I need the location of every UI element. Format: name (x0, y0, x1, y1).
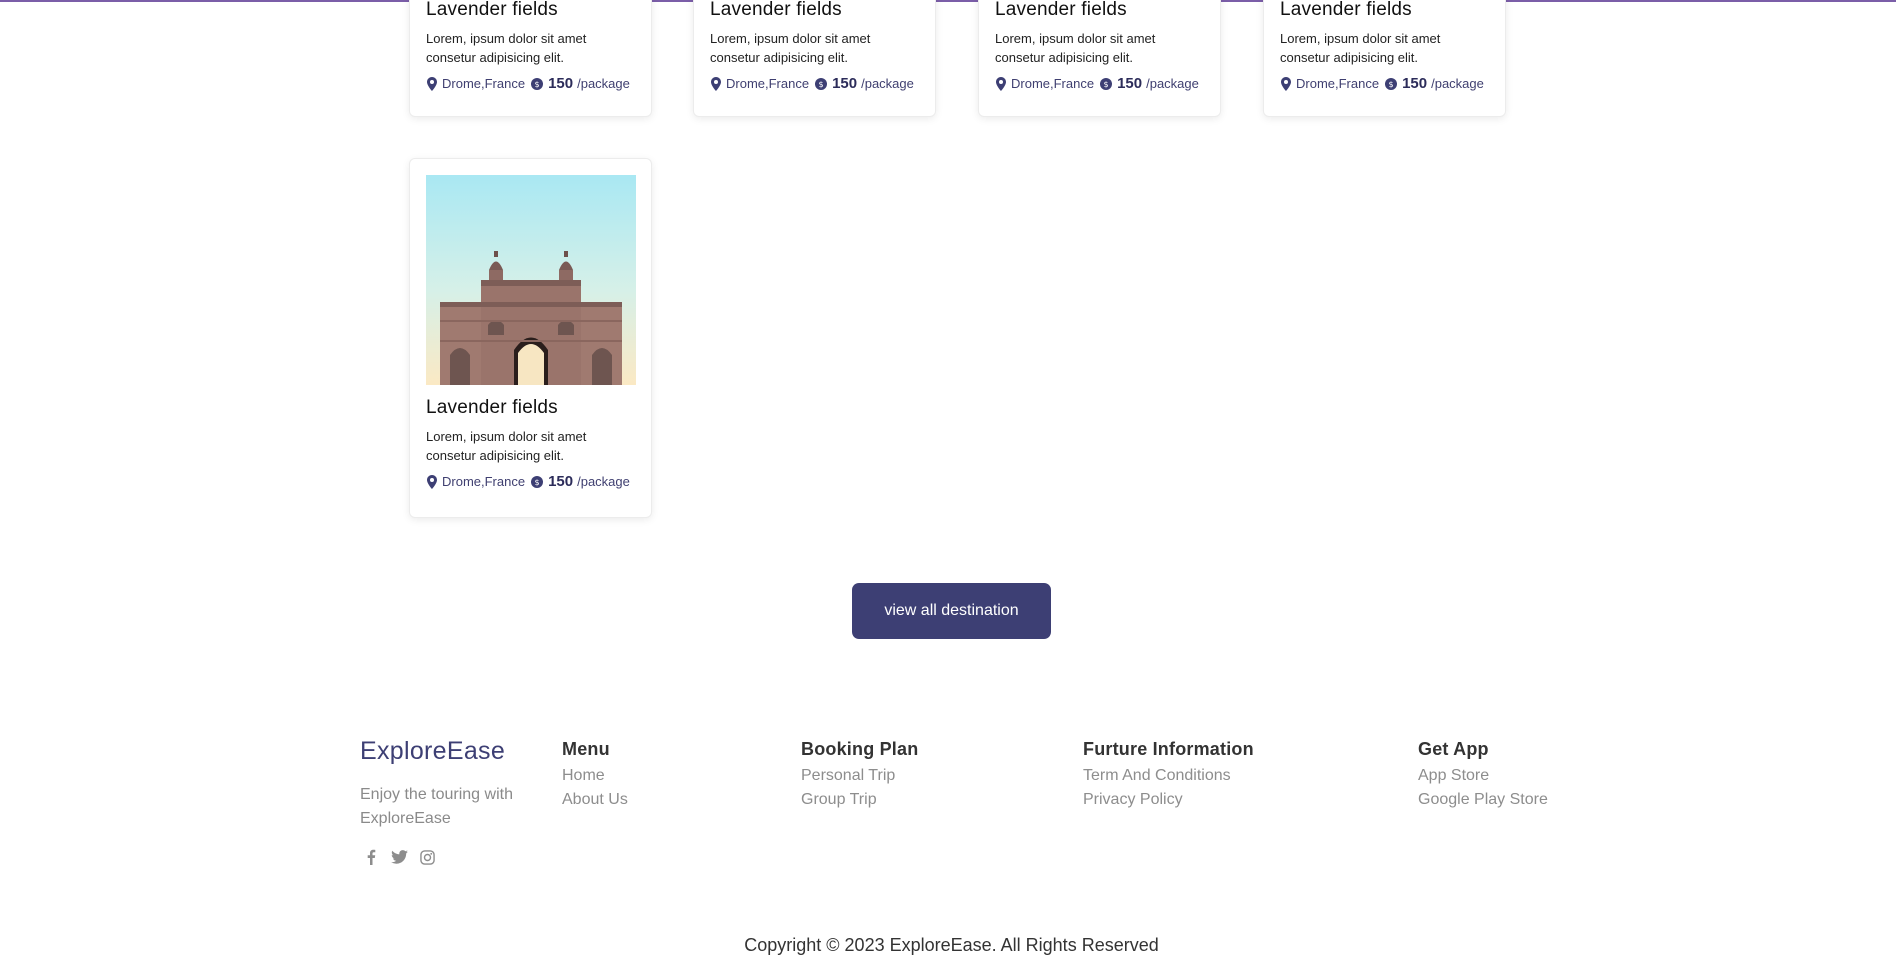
card-price-unit: /package (1431, 76, 1484, 91)
footer-column-further-information: Furture Information Term And Conditions … (1083, 739, 1254, 812)
card-title: Lavender fields (426, 0, 558, 20)
card-description: Lorem, ipsum dolor sit amet consetur adi… (1280, 31, 1441, 65)
card-price: 150 (1117, 75, 1143, 92)
top-accent-line (0, 0, 1896, 2)
card-title: Lavender fields (426, 397, 558, 418)
view-all-destination-button[interactable]: view all destination (852, 583, 1051, 639)
destination-card[interactable]: Lavender fields Lorem, ipsum dolor sit a… (409, 158, 652, 518)
destination-card[interactable]: Lavender fields Lorem, ipsum dolor sit a… (1263, 0, 1506, 117)
card-location: Drome,France (1011, 76, 1095, 91)
footer-column-title: Menu (562, 739, 610, 759)
location-pin-icon (996, 76, 1006, 91)
dollar-coin-icon: $ (531, 475, 544, 488)
card-price-unit: /package (577, 76, 630, 91)
footer-tagline: Enjoy the touring with ExploreEase (360, 786, 513, 827)
footer-column-get-app: Get App App Store Google Play Store (1418, 739, 1548, 812)
card-price-unit: /package (1146, 76, 1199, 91)
card-meta: Drome,France $ 150 /package (1280, 75, 1489, 92)
dollar-coin-icon: $ (815, 77, 828, 90)
destination-card[interactable]: Lavender fields Lorem, ipsum dolor sit a… (693, 0, 936, 117)
card-title: Lavender fields (710, 0, 842, 20)
card-location: Drome,France (1296, 76, 1380, 91)
footer-column-booking-plan: Booking Plan Personal Trip Group Trip (801, 739, 918, 812)
facebook-icon[interactable] (362, 848, 380, 866)
twitter-icon[interactable] (390, 848, 408, 866)
card-meta: Drome,France $ 150 /package (426, 473, 635, 490)
gateway-monument-photo (426, 175, 636, 385)
dollar-coin-icon: $ (531, 77, 544, 90)
card-price: 150 (832, 75, 858, 92)
card-meta: Drome,France $ 150 /package (426, 75, 635, 92)
footer-link-privacy-policy[interactable]: Privacy Policy (1083, 788, 1254, 812)
card-title: Lavender fields (995, 0, 1127, 20)
svg-text:$: $ (1389, 80, 1394, 89)
card-description: Lorem, ipsum dolor sit amet consetur adi… (426, 429, 587, 463)
instagram-icon[interactable] (418, 848, 436, 866)
card-price-unit: /package (861, 76, 914, 91)
card-description: Lorem, ipsum dolor sit amet consetur adi… (426, 31, 587, 65)
footer-column-title: Furture Information (1083, 739, 1254, 759)
card-location: Drome,France (726, 76, 810, 91)
location-pin-icon (427, 474, 437, 489)
footer-link-home[interactable]: Home (562, 764, 628, 788)
destination-card[interactable]: Lavender fields Lorem, ipsum dolor sit a… (409, 0, 652, 117)
footer-column-title: Get App (1418, 739, 1489, 759)
footer-link-app-store[interactable]: App Store (1418, 764, 1548, 788)
card-price-unit: /package (577, 474, 630, 489)
card-meta: Drome,France $ 150 /package (995, 75, 1204, 92)
card-description: Lorem, ipsum dolor sit amet consetur adi… (710, 31, 871, 65)
dollar-coin-icon: $ (1100, 77, 1113, 90)
svg-text:$: $ (1104, 80, 1109, 89)
footer-link-terms[interactable]: Term And Conditions (1083, 764, 1254, 788)
location-pin-icon (1281, 76, 1291, 91)
social-links (362, 848, 446, 866)
footer-column-title: Booking Plan (801, 739, 919, 759)
footer-column-menu: Menu Home About Us (562, 739, 628, 812)
card-meta: Drome,France $ 150 /package (710, 75, 919, 92)
card-location: Drome,France (442, 76, 526, 91)
svg-text:$: $ (819, 80, 824, 89)
svg-text:$: $ (535, 80, 540, 89)
card-price: 150 (548, 75, 574, 92)
card-price: 150 (548, 473, 574, 490)
card-description: Lorem, ipsum dolor sit amet consetur adi… (995, 31, 1156, 65)
svg-text:$: $ (535, 478, 540, 487)
footer-link-google-play-store[interactable]: Google Play Store (1418, 788, 1548, 812)
location-pin-icon (711, 76, 721, 91)
footer-link-about-us[interactable]: About Us (562, 788, 628, 812)
footer-copyright: Copyright © 2023 ExploreEase. All Rights… (744, 935, 1159, 955)
footer-link-group-trip[interactable]: Group Trip (801, 788, 918, 812)
footer-brand[interactable]: ExploreEase (360, 737, 505, 766)
footer-link-personal-trip[interactable]: Personal Trip (801, 764, 918, 788)
location-pin-icon (427, 76, 437, 91)
card-location: Drome,France (442, 474, 526, 489)
card-title: Lavender fields (1280, 0, 1412, 20)
destination-card[interactable]: Lavender fields Lorem, ipsum dolor sit a… (978, 0, 1221, 117)
dollar-coin-icon: $ (1385, 77, 1398, 90)
card-price: 150 (1402, 75, 1428, 92)
